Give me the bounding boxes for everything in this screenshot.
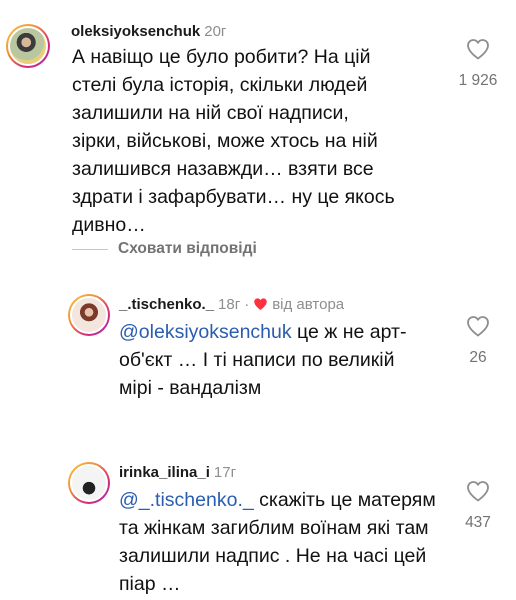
username[interactable]: _.tischenko._ (119, 296, 214, 313)
avatar[interactable] (6, 24, 50, 68)
mention-link[interactable]: @oleksiyoksenchuk (119, 321, 292, 343)
hide-replies-button[interactable]: Сховати відповіді (72, 238, 257, 260)
like-control[interactable]: 437 (448, 480, 508, 532)
heart-outline-icon[interactable] (466, 315, 490, 337)
avatar[interactable] (68, 462, 110, 504)
timestamp: 18г (218, 296, 241, 313)
timestamp: 17г (213, 464, 237, 481)
comment-text: А навіщо це було робити? На цій стелі бу… (72, 46, 395, 236)
heart-outline-icon[interactable] (466, 480, 490, 502)
avatar[interactable] (68, 294, 110, 336)
comment-meta: oleksiyoksenchuk 20г (71, 23, 226, 41)
mention-link[interactable]: @_.tischenko._ (119, 489, 254, 511)
heart-outline-icon[interactable] (466, 38, 490, 60)
like-control[interactable]: 26 (448, 315, 508, 367)
like-count: 1 926 (458, 72, 498, 89)
like-count: 437 (465, 514, 491, 531)
author-heart-icon (254, 298, 267, 310)
comment-meta: irinka_ilina_i 17г (119, 464, 236, 482)
username[interactable]: oleksiyoksenchuk (71, 23, 200, 40)
author-liked-label: від автора (272, 296, 345, 313)
comment-text: @_.tischenko._ скажіть це матерям та жін… (119, 486, 437, 598)
separator: · (244, 296, 250, 313)
timestamp: 20г (204, 23, 227, 40)
comment-text: @oleksiyoksenchuk це ж не арт-об'єкт … І… (119, 318, 424, 402)
hide-replies-label: Сховати відповіді (118, 240, 257, 257)
username[interactable]: irinka_ilina_i (119, 464, 210, 481)
like-count: 26 (469, 349, 487, 366)
comment-meta: _.tischenko._ 18г · від автора (119, 296, 344, 314)
like-control[interactable]: 1 926 (448, 38, 508, 90)
divider (72, 248, 108, 250)
